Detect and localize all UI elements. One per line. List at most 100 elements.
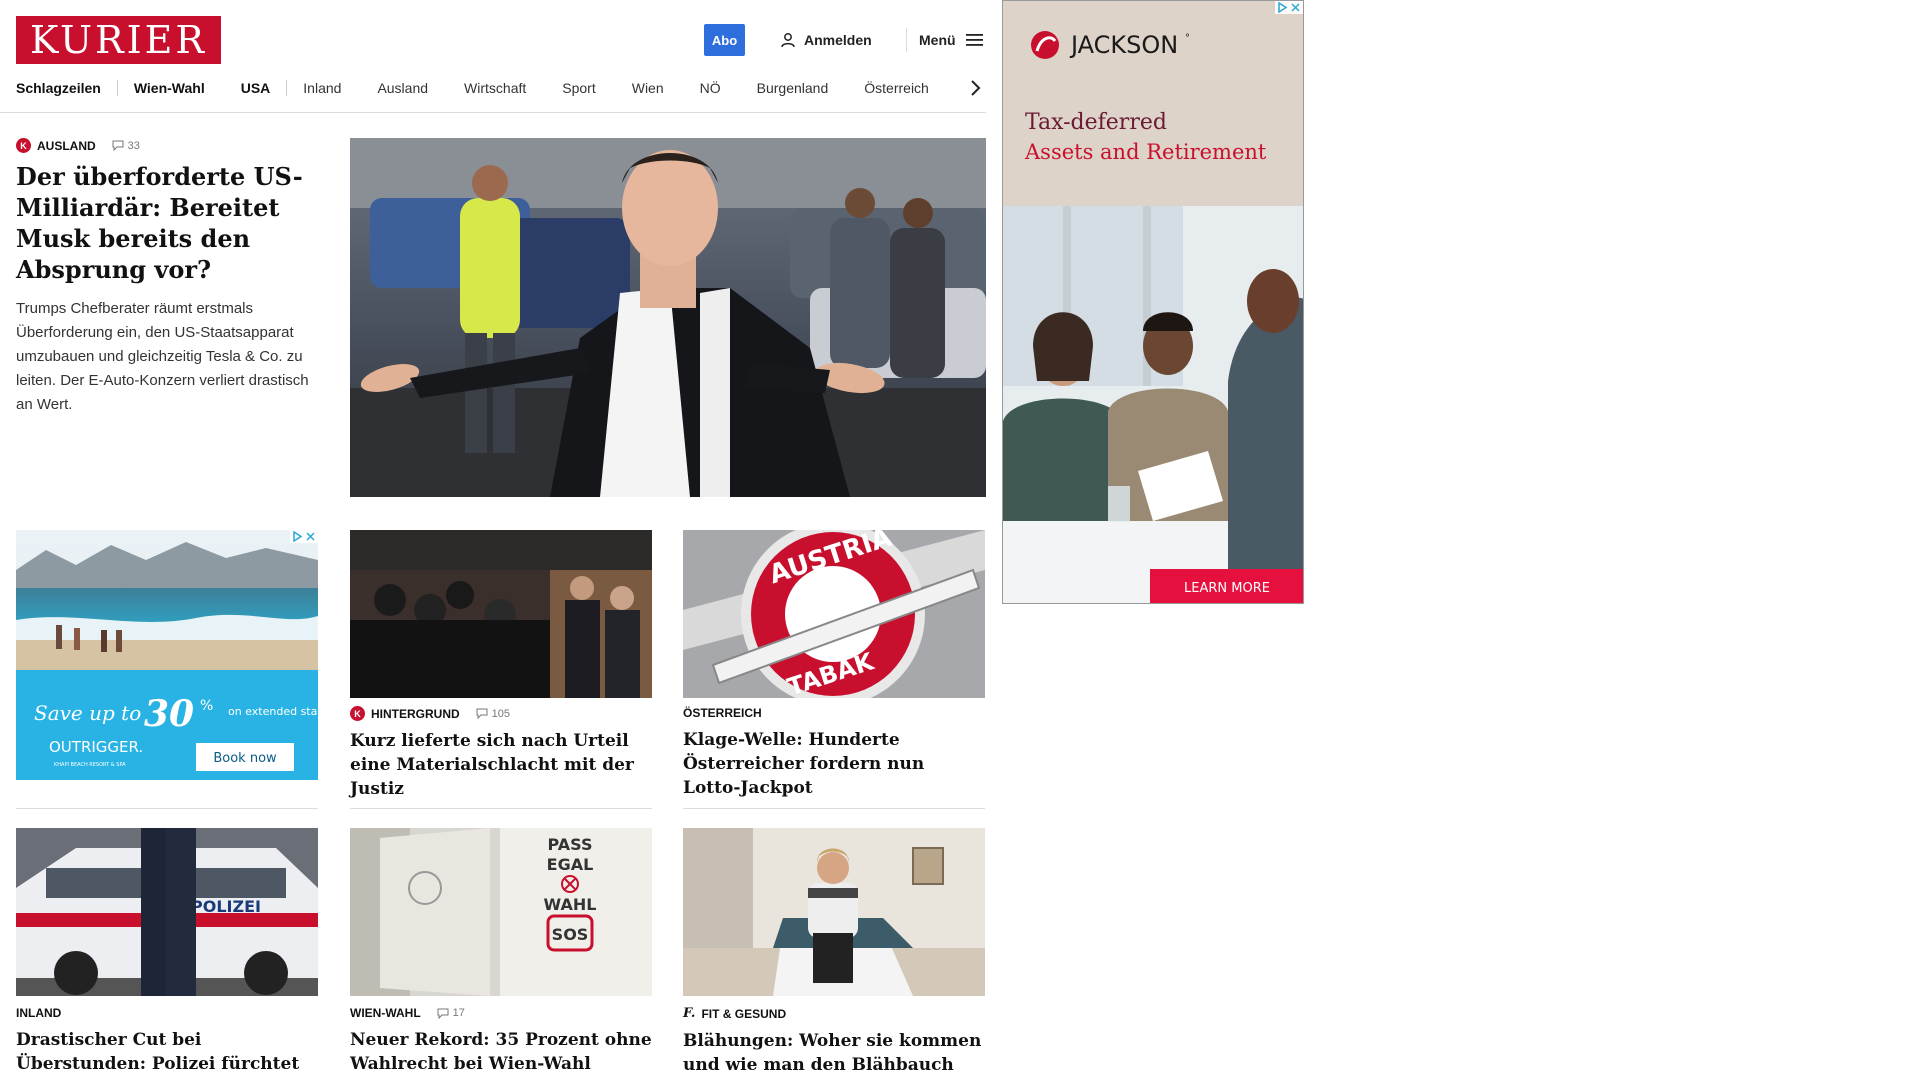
lead-kicker: K AUSLAND 33: [16, 138, 321, 153]
teaser-category[interactable]: INLAND: [16, 1006, 61, 1020]
hamburger-icon: [965, 34, 983, 46]
polizei-photo: POLIZEI: [16, 828, 318, 996]
teaser-kicker: WIEN-WAHL 17: [350, 1006, 652, 1020]
teaser-kurz[interactable]: K HINTERGRUND 105 Kurz lieferte sich nac…: [350, 706, 652, 801]
teaser-category[interactable]: ÖSTERREICH: [683, 706, 762, 720]
ad-book-now[interactable]: Book now: [213, 751, 277, 766]
teaser-comment-count[interactable]: 17: [437, 1007, 465, 1019]
comment-icon: [112, 140, 124, 151]
kurier-logo[interactable]: KURIER: [16, 16, 221, 64]
teaser-kicker: K HINTERGRUND 105: [350, 706, 652, 721]
nav-item-inland[interactable]: Inland: [303, 80, 341, 96]
lead-story[interactable]: K AUSLAND 33 Der überforderte US-Milliar…: [16, 138, 321, 417]
teaser-kicker: f. FIT & GESUND: [683, 1006, 985, 1021]
teaser-blaehungen[interactable]: f. FIT & GESUND Blähungen: Woher sie kom…: [683, 1006, 985, 1080]
teaser-image-blaehungen[interactable]: [683, 828, 985, 996]
nav-divider: [116, 80, 118, 96]
lead-image[interactable]: [350, 138, 986, 497]
nav-item-schlagzeilen[interactable]: Schlagzeilen: [16, 80, 101, 96]
nav-item-sport[interactable]: Sport: [562, 80, 595, 96]
teaser-image-polizei[interactable]: POLIZEI: [16, 828, 318, 996]
teaser-category[interactable]: HINTERGRUND: [371, 707, 460, 721]
outrigger-ad[interactable]: Save up to 30 % on extended stays OUTRIG…: [16, 530, 318, 780]
kurz-photo: [350, 530, 652, 698]
nav-item-wirtschaft[interactable]: Wirtschaft: [464, 80, 526, 96]
nav-item-oesterreich[interactable]: Österreich: [864, 80, 929, 96]
svg-text:SOS: SOS: [552, 925, 589, 944]
teaser-headline[interactable]: Drastischer Cut bei Überstunden: Polizei…: [16, 1028, 318, 1080]
ad-choices[interactable]: [1275, 1, 1303, 14]
nav-item-burgenland[interactable]: Burgenland: [757, 80, 829, 96]
menu-label: Menü: [919, 32, 956, 48]
teaser-kicker: ÖSTERREICH: [683, 706, 985, 720]
jackson-line2: Assets and Retirement: [1024, 140, 1267, 164]
jackson-brand-mark: °: [1185, 33, 1190, 44]
outrigger-brand-sub: KHAPI BEACH RESORT & SPA: [54, 762, 126, 768]
teaser-image-kurz[interactable]: [350, 530, 652, 698]
abo-button[interactable]: Abo: [704, 24, 745, 56]
nav-item-noe[interactable]: NÖ: [700, 80, 721, 96]
ad-choices-icon[interactable]: [292, 531, 303, 542]
card-divider: [16, 808, 318, 809]
menu-button[interactable]: Menü: [919, 30, 983, 50]
svg-text:WAHL: WAHL: [544, 895, 597, 914]
outrigger-brand: OUTRIGGER.: [49, 738, 143, 756]
comment-icon: [437, 1008, 449, 1019]
teaser-lotto[interactable]: ÖSTERREICH Klage-Welle: Hunderte Österre…: [683, 706, 985, 800]
lead-photo: [350, 138, 986, 497]
kurier-plus-icon: K: [16, 138, 31, 153]
tabak-photo: AUSTRIA TABAK: [683, 530, 985, 698]
lead-summary: Trumps Chefberater räumt erstmals Überfo…: [16, 300, 309, 413]
header-divider-line: [0, 112, 986, 113]
ad-headline-pre: Save up to: [34, 701, 141, 725]
lead-comment-count[interactable]: 33: [112, 140, 140, 152]
teaser-headline[interactable]: Klage-Welle: Hunderte Österreicher forde…: [683, 728, 985, 800]
jackson-line1: Tax-deferred: [1025, 110, 1167, 135]
polizei-text: POLIZEI: [191, 897, 261, 916]
comment-icon: [476, 708, 488, 719]
lead-category[interactable]: AUSLAND: [37, 139, 96, 153]
card-divider: [683, 808, 985, 809]
nav-item-ausland[interactable]: Ausland: [377, 80, 428, 96]
ad-headline-post: on extended stays: [228, 705, 318, 718]
lead-headline[interactable]: Der überforderte US-Milliardär: Bereitet…: [16, 161, 321, 285]
login-button[interactable]: Anmelden: [780, 30, 872, 50]
jackson-ad[interactable]: JACKSON ° Tax-deferred Assets and Retire…: [1002, 0, 1304, 604]
nav-divider: [286, 80, 288, 96]
jackson-brand: JACKSON: [1069, 31, 1178, 59]
ad-percent: 30: [144, 693, 194, 735]
section-nav: Schlagzeilen Wien-Wahl USA Inland Auslan…: [16, 78, 984, 98]
kurier-plus-icon: K: [350, 706, 365, 721]
ad-choices[interactable]: [290, 530, 318, 543]
teaser-comment-count[interactable]: 105: [476, 708, 510, 720]
fit-gesund-icon: f.: [683, 1006, 696, 1021]
teaser-image-tabak[interactable]: AUSTRIA TABAK: [683, 530, 985, 698]
svg-text:EGAL: EGAL: [547, 855, 594, 874]
teaser-kicker: INLAND: [16, 1006, 318, 1020]
svg-text:PASS: PASS: [548, 835, 593, 854]
nav-item-usa[interactable]: USA: [241, 80, 271, 96]
teaser-image-wahl[interactable]: PASS EGAL WAHL SOS: [350, 828, 652, 996]
chevron-right-icon[interactable]: [968, 78, 982, 98]
login-label: Anmelden: [804, 32, 872, 48]
teaser-category[interactable]: WIEN-WAHL: [350, 1006, 421, 1020]
ad-percent-sign: %: [200, 698, 213, 714]
teaser-headline[interactable]: Neuer Rekord: 35 Prozent ohne Wahlrecht …: [350, 1028, 652, 1076]
learn-more-button[interactable]: LEARN MORE: [1184, 581, 1270, 596]
ad-choices-icon[interactable]: [1277, 2, 1288, 13]
jackson-ad-image: JACKSON ° Tax-deferred Assets and Retire…: [1003, 1, 1303, 603]
close-icon[interactable]: [1290, 2, 1301, 13]
card-divider: [350, 808, 652, 809]
close-icon[interactable]: [305, 531, 316, 542]
teaser-headline[interactable]: Blähungen: Woher sie kommen und wie man …: [683, 1029, 985, 1080]
nav-item-wien[interactable]: Wien: [632, 80, 664, 96]
teaser-headline[interactable]: Kurz lieferte sich nach Urteil eine Mate…: [350, 729, 652, 801]
teaser-wien-wahl[interactable]: WIEN-WAHL 17 Neuer Rekord: 35 Prozent oh…: [350, 1006, 652, 1076]
blaehungen-photo: [683, 828, 985, 996]
user-icon: [781, 33, 795, 48]
teaser-polizei[interactable]: INLAND Drastischer Cut bei Überstunden: …: [16, 1006, 318, 1080]
wahl-photo: PASS EGAL WAHL SOS: [350, 828, 652, 996]
nav-item-wien-wahl[interactable]: Wien-Wahl: [134, 80, 205, 96]
teaser-category[interactable]: FIT & GESUND: [701, 1007, 786, 1021]
outrigger-ad-image: Save up to 30 % on extended stays OUTRIG…: [16, 530, 318, 780]
